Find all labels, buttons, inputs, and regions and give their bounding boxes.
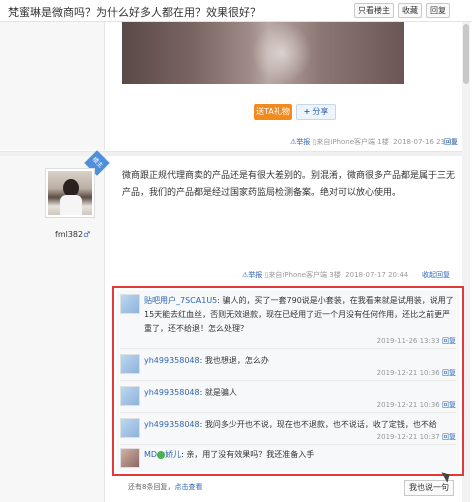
sub-reply-body: MD 娇儿: 亲，用了没有效果吗？我还准备入手	[144, 450, 315, 459]
divider	[120, 348, 456, 349]
sub-reply-reply-link[interactable]: 回复	[442, 433, 456, 441]
floor3-source: 来自iPhone客户端	[268, 271, 328, 279]
plus-icon: +	[303, 107, 311, 116]
share-button[interactable]: + 分享	[296, 104, 336, 120]
sub-reply-time: 2019-11-26 13:33	[376, 337, 440, 345]
floor3-username[interactable]: fml382♂	[55, 230, 90, 239]
avatar-image	[48, 171, 92, 215]
sub-reply-reply-link[interactable]: 回复	[442, 369, 456, 377]
column-divider	[104, 156, 105, 502]
sub-reply-body: yh499358048: 就是骗人	[144, 388, 237, 397]
sub-reply-user[interactable]: yh499358048	[144, 356, 200, 365]
sub-reply-meta: 2019-11-26 13:33 回复	[377, 336, 456, 346]
sub-reply-text: 我问多少开也不说，现在也不退款，也不说话，收了定钱，也不给	[204, 420, 437, 429]
sub-reply-reply-link[interactable]: 回复	[442, 337, 456, 345]
floor3-tail: ⚠举报 ▯来自iPhone客户端 3楼 2018-07-17 20:44	[242, 270, 408, 280]
floor1-reply-link[interactable]: 回复	[444, 137, 458, 147]
sub-reply-user[interactable]: yh499358048	[144, 388, 200, 397]
floor3-number: 3楼	[329, 271, 341, 279]
report-link[interactable]: 举报	[296, 138, 310, 146]
avatar[interactable]	[120, 294, 140, 314]
sub-reply-text: 我也想退，怎么办	[204, 356, 269, 365]
floor1-number: 1楼	[377, 138, 389, 146]
avatar[interactable]	[120, 448, 140, 468]
share-label: 分享	[312, 107, 329, 116]
floor1-source: 来自iPhone客户端	[316, 138, 376, 146]
sub-reply-meta: 2019-12-21 10:37 回复	[377, 432, 456, 442]
avatar[interactable]	[120, 354, 140, 374]
sub-reply-time: 2019-12-21 10:37	[376, 433, 440, 441]
thread-header: 梵蜜琳是微商吗？为什么好多人都在用？效果很好？ 只看楼主 收藏 回复	[0, 0, 472, 22]
floor3-time: 2018-07-17 20:44	[345, 271, 409, 279]
sub-reply-body: yh499358048: 我问多少开也不说，现在也不退款，也不说话，收了定钱，也…	[144, 420, 437, 429]
divider	[120, 444, 456, 445]
sub-reply-user[interactable]: 贴吧用户_7SCA1U5	[144, 296, 217, 305]
sub-replies-highlight: 贴吧用户_7SCA1U5: 骗人的，买了一套790说是小套装，在我看来就是试用装…	[112, 286, 464, 476]
more-replies: 还有8条回复，点击查看	[128, 482, 202, 492]
sub-reply-body: 贴吧用户_7SCA1U5: 骗人的，买了一套790说是小套装，在我看来就是试用装…	[144, 296, 454, 333]
sub-reply-reply-link[interactable]: 回复	[442, 401, 456, 409]
emoji-icon	[157, 450, 166, 459]
gender-icon: ♂	[83, 230, 91, 239]
sub-reply-meta: 2019-12-21 10:36 回复	[377, 400, 456, 410]
report-link[interactable]: 举报	[248, 271, 262, 279]
scrollbar-thumb[interactable]	[463, 24, 469, 84]
sub-reply-time: 2019-12-21 10:36	[376, 401, 440, 409]
more-replies-link[interactable]: 点击查看	[174, 483, 202, 491]
thread-title: 梵蜜琳是微商吗？为什么好多人都在用？效果很好？	[8, 6, 261, 19]
post-image	[122, 22, 404, 84]
sub-reply-user[interactable]: MD	[144, 450, 157, 459]
collapse-replies-button[interactable]: 收起回复	[422, 270, 450, 280]
floor3-content: 微商跟正规代理商卖的产品还是有很大差别的。别混淆，微商很多产品都是属于三无产品，…	[122, 171, 456, 198]
more-replies-count: 还有8条回复，	[128, 483, 175, 491]
column-divider	[104, 22, 105, 150]
gift-button[interactable]: 送TA礼物	[254, 104, 292, 120]
floor1-tail: ⚠举报 ▯来自iPhone客户端 1楼 2018-07-16 23:46	[290, 137, 456, 147]
sub-reply-body: yh499358048: 我也想退，怎么办	[144, 356, 269, 365]
avatar[interactable]	[120, 418, 140, 438]
collect-button[interactable]: 收藏	[398, 3, 422, 18]
only-lz-button[interactable]: 只看楼主	[354, 3, 394, 18]
username-text: fml382	[55, 230, 84, 239]
divider	[120, 380, 456, 381]
sub-reply-user[interactable]: yh499358048	[144, 420, 200, 429]
sub-reply-text: 就是骗人	[204, 388, 237, 397]
reply-button[interactable]: 回复	[426, 3, 450, 18]
avatar[interactable]	[45, 168, 95, 218]
sub-reply-text: 亲，用了没有效果吗？我还准备入手	[186, 450, 315, 459]
sub-reply-meta: 2019-12-21 10:36 回复	[377, 368, 456, 378]
floor1-author-column	[0, 22, 104, 150]
sub-reply-time: 2019-12-21 10:36	[376, 369, 440, 377]
sub-reply: MD 娇儿: 亲，用了没有效果吗？我还准备入手	[120, 448, 458, 468]
avatar[interactable]	[120, 386, 140, 406]
sub-reply-user-suffix[interactable]: 娇儿	[165, 450, 181, 459]
divider	[120, 412, 456, 413]
